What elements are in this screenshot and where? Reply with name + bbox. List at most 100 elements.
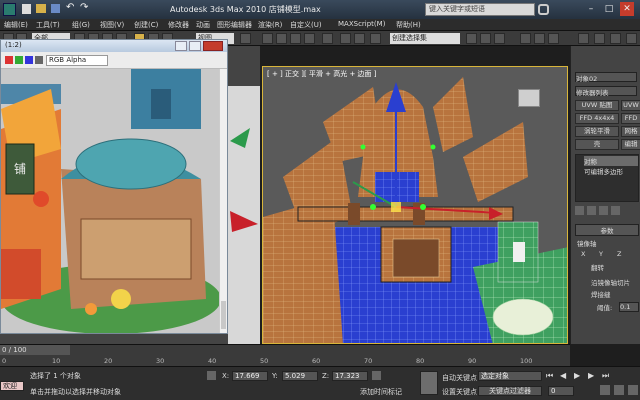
menu-edit[interactable]: 编辑(E) [4,20,28,30]
mesh-button[interactable]: 网格 [621,126,640,137]
shell-button[interactable]: 壳 [575,139,619,150]
percent-snap-icon[interactable] [290,33,301,44]
spinner-snap-icon[interactable] [304,33,315,44]
zoom-tool-icon[interactable] [600,385,610,395]
weld-seam-checkbox[interactable]: 焊接缝 [591,289,611,299]
material-editor-icon[interactable] [494,33,505,44]
menu-group[interactable]: 组(G) [72,20,90,30]
set-key-label[interactable]: 设置关键点 [442,387,477,397]
layer-icon[interactable] [370,33,381,44]
viewcube-icon[interactable] [518,89,540,107]
maxscript-listener[interactable]: 欢迎使用 MAXScr [0,381,24,391]
add-time-tag[interactable]: 添加时间标记 [360,387,402,397]
go-to-end-icon[interactable]: ⏭ [602,371,609,381]
mirror-icon[interactable] [340,33,351,44]
perspective-viewport[interactable]: [ + ] 正交 ][ 平滑 + 高光 + 边面 ] [262,66,568,344]
object-name-field[interactable]: 对象02 [575,72,637,83]
undo-icon[interactable]: ↶ [66,2,74,13]
curve-editor-icon[interactable] [466,33,477,44]
scroll-thumb[interactable] [221,301,226,329]
next-frame-icon[interactable]: ▶ [588,371,594,380]
pivot-icon[interactable] [240,33,251,44]
current-frame-field[interactable]: 0 [548,386,574,396]
uvw-button[interactable]: UVW [621,100,640,111]
viewport-label[interactable]: [ + ] 正交 ][ 平滑 + 高光 + 边面 ] [267,69,377,79]
lock-selection-icon[interactable] [207,371,216,380]
rendered-frame-icon[interactable] [534,33,545,44]
uvw-map-button[interactable]: UVW 贴图 [575,100,619,111]
go-to-start-icon[interactable]: ⏮ [546,371,553,381]
menu-views[interactable]: 视图(V) [100,20,124,30]
edit-named-sets-icon[interactable] [322,33,333,44]
menu-modifiers[interactable]: 修改器 [168,20,189,30]
render-window-titlebar[interactable]: (1:2) [1,40,227,52]
previous-frame-icon[interactable]: ◀ [560,371,566,380]
menu-create[interactable]: 创建(C) [134,20,158,30]
render-teapot-icon[interactable] [548,33,559,44]
pin-stack-icon[interactable] [575,206,584,215]
rw-maximize-button[interactable] [189,41,201,51]
open-file-icon[interactable] [36,4,46,13]
z-coordinate-field[interactable]: 17.323 [332,371,368,381]
modifier-list-dropdown[interactable]: 修改器列表 [575,86,637,97]
alpha-channel-icon[interactable] [35,56,43,64]
show-end-result-icon[interactable] [587,206,596,215]
close-button[interactable]: ✕ [620,2,634,16]
rw-close-button[interactable] [203,41,223,51]
angle-snap-icon[interactable] [276,33,287,44]
auto-key-label[interactable]: 自动关键点 [442,373,477,383]
time-slider[interactable]: 0 / 100 [0,345,70,355]
menu-customize[interactable]: 自定义(U) [290,20,322,30]
search-input[interactable]: 键入关键字或短语 [425,3,535,16]
menu-maxscript[interactable]: MAXScript(M) [338,20,385,28]
slice-along-mirror-checkbox[interactable]: 沿镜像轴切片 [591,277,630,287]
panel-icon-3[interactable] [610,33,621,44]
axis-y-radio[interactable]: Y [599,250,603,258]
grid-icon[interactable] [372,371,381,380]
rw-minimize-button[interactable] [175,41,187,51]
channel-dropdown[interactable]: RGB Alpha [46,55,108,66]
snap-icon[interactable] [262,33,273,44]
pan-tool-icon[interactable] [614,385,624,395]
red-channel-icon[interactable] [5,56,13,64]
axis-x-radio[interactable]: X [581,250,585,258]
schematic-view-icon[interactable] [480,33,491,44]
green-channel-icon[interactable] [15,56,23,64]
minimize-button[interactable]: – [584,2,598,16]
orbit-tool-icon[interactable] [628,385,638,395]
align-icon[interactable] [354,33,365,44]
y-coordinate-field[interactable]: 5.029 [282,371,318,381]
parameters-rollout[interactable]: 参数 [575,224,639,236]
menu-tools[interactable]: 工具(T) [36,20,60,30]
flip-checkbox[interactable]: 翻转 [591,262,604,272]
menu-graph-editors[interactable]: 图形编辑器 [217,20,252,30]
make-unique-icon[interactable] [599,206,608,215]
panel-icon-1[interactable] [578,33,589,44]
app-icon[interactable] [3,3,16,16]
new-file-icon[interactable] [22,4,31,14]
x-coordinate-field[interactable]: 17.669 [232,371,268,381]
menu-rendering[interactable]: 渲染(R) [258,20,282,30]
set-key-icon[interactable] [420,371,438,395]
named-selection-dropdown[interactable]: 创建选择集 [390,33,460,44]
maximize-button[interactable]: □ [602,2,616,16]
redo-icon[interactable]: ↷ [80,2,88,13]
modifier-stack[interactable]: 对称 可编辑多边形 [575,154,639,202]
axis-z-radio[interactable]: Z [617,250,621,258]
menu-animation[interactable]: 动画 [196,20,210,30]
stack-item-editable-poly[interactable]: 可编辑多边形 [584,166,623,176]
panel-icon-2[interactable] [594,33,605,44]
vertical-scrollbar[interactable] [219,69,227,333]
binoculars-icon[interactable] [538,4,549,15]
remove-modifier-icon[interactable] [611,206,620,215]
panel-icon-4[interactable] [626,33,637,44]
save-file-icon[interactable] [51,4,60,13]
selected-object-dropdown[interactable]: 选定对象 [478,371,542,381]
ffd-4x4x4-button[interactable]: FFD 4x4x4 [575,113,619,124]
ffd-button[interactable]: FFD [621,113,640,124]
render-setup-icon[interactable] [520,33,531,44]
menu-help[interactable]: 帮助(H) [396,20,421,30]
turbosmooth-button[interactable]: 涡轮平滑 [575,126,619,137]
timeline[interactable]: 0 / 100 0 10 20 30 40 50 60 70 80 90 100 [0,344,570,366]
rendered-frame-window[interactable]: (1:2) RGB Alpha 铺 [0,39,228,334]
